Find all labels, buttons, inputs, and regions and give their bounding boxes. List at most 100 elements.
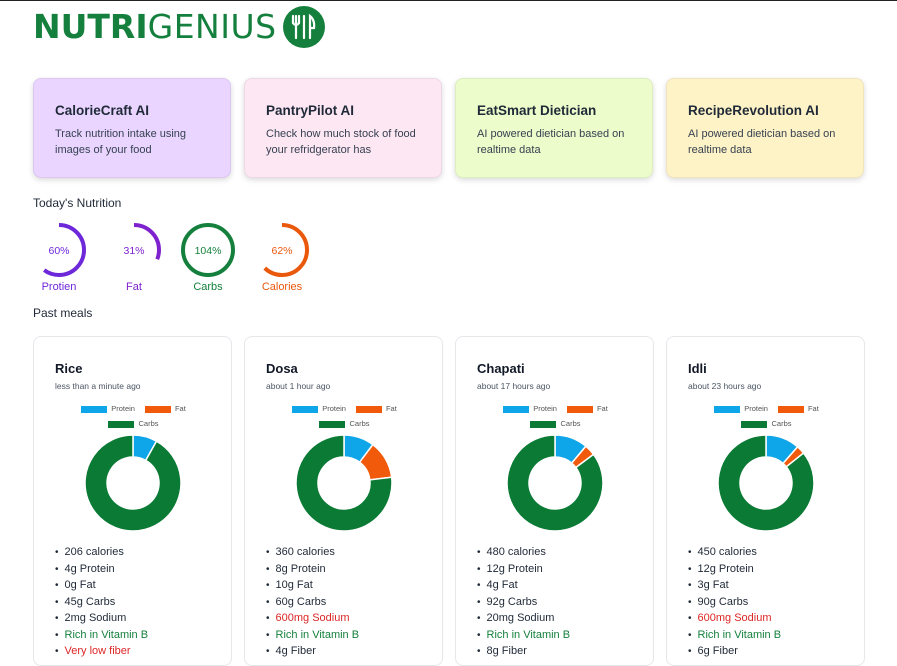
meal-card[interactable]: Idli about 23 hours ago Protein Fat Carbs 450… [666, 336, 865, 666]
app-title: EatSmart Dietician [477, 103, 597, 118]
legend-label: Protein [533, 404, 557, 413]
legend-item[interactable]: Fat [566, 401, 608, 416]
app-cards: CalorieCraft AI Track nutrition intake u… [33, 78, 864, 179]
chart-legend: Protein Fat Carbs [55, 401, 212, 431]
legend-label: Fat [174, 404, 186, 413]
ring-protein: 60% Protien [28, 223, 90, 293]
meal-card[interactable]: Dosa about 1 hour ago Protein Fat Carbs 360 c… [244, 336, 443, 666]
nutrition-fact: 8g Fiber [477, 643, 633, 660]
app-card-eatsmart[interactable]: EatSmart Dietician AI powered dietician … [455, 78, 653, 178]
meal-name: Idli [688, 361, 707, 376]
nutrition-fact: 480 calories [477, 544, 633, 561]
legend-label: Fat [596, 404, 608, 413]
legend-item[interactable]: Carbs [741, 416, 792, 431]
ring-value: 31% [123, 245, 144, 257]
app-card-reciperevolution[interactable]: RecipeRevolution AI AI powered dietician… [666, 78, 864, 178]
legend-swatch [741, 420, 768, 428]
legend-label: Carbs [138, 419, 159, 428]
legend-label: Carbs [349, 419, 370, 428]
app-title: RecipeRevolution AI [688, 103, 819, 118]
macro-donut-chart [506, 434, 604, 532]
legend-swatch [144, 405, 171, 413]
progress-ring: 31% [107, 223, 161, 277]
nutrition-fact: 4g Protein [55, 561, 211, 578]
progress-ring: 60% [32, 223, 86, 277]
nutrition-fact: 45g Carbs [55, 594, 211, 611]
legend-label: Protein [744, 404, 768, 413]
ring-label: Fat [126, 281, 142, 293]
nutrition-fact: 600mg Sodium [688, 610, 844, 627]
brand-name-bold: NUTRI [33, 7, 148, 46]
legend-item[interactable]: Protein [503, 401, 557, 416]
legend-swatch [355, 405, 382, 413]
brand-name-light: GENIUS [147, 7, 277, 46]
legend-swatch [530, 420, 557, 428]
meal-card[interactable]: Rice less than a minute ago Protein Fat Carb… [33, 336, 232, 666]
meal-name: Chapati [477, 361, 525, 376]
progress-ring: 62% [255, 223, 309, 277]
ring-value: 104% [195, 245, 222, 257]
nutrition-fact: 20mg Sodium [477, 610, 633, 627]
legend-item[interactable]: Carbs [108, 416, 159, 431]
nutrition-fact: Rich in Vitamin B [55, 627, 211, 644]
macro-donut-chart [295, 434, 393, 532]
ring-value: 62% [271, 245, 292, 257]
meal-time: less than a minute ago [55, 381, 141, 391]
nutrition-fact: 0g Fat [55, 577, 211, 594]
legend-label: Carbs [771, 419, 792, 428]
meal-name: Rice [55, 361, 83, 376]
donut-slice-carbs[interactable] [84, 434, 182, 532]
legend-swatch [503, 405, 530, 413]
past-meals-title: Past meals [33, 306, 93, 320]
legend-item[interactable]: Protein [81, 401, 135, 416]
legend-item[interactable]: Fat [355, 401, 397, 416]
legend-swatch [292, 405, 319, 413]
nutrition-fact: 4g Fat [477, 577, 633, 594]
nutrition-fact: 92g Carbs [477, 594, 633, 611]
nutrition-fact: Very low fiber [55, 643, 211, 660]
nutrition-fact: 206 calories [55, 544, 211, 561]
nutrition-fact: 60g Carbs [266, 594, 422, 611]
chart-legend: Protein Fat Carbs [266, 401, 423, 431]
legend-item[interactable]: Carbs [530, 416, 581, 431]
legend-swatch [319, 420, 346, 428]
ring-label: Protien [41, 281, 77, 293]
legend-swatch [714, 405, 741, 413]
macro-donut-chart [717, 434, 815, 532]
meal-name: Dosa [266, 361, 298, 376]
app-description: Check how much stock of food your refrid… [266, 128, 416, 156]
legend-item[interactable]: Fat [777, 401, 819, 416]
legend-item[interactable]: Protein [714, 401, 768, 416]
nutrition-fact: 2mg Sodium [55, 610, 211, 627]
nutrition-facts-list: 360 calories8g Protein10g Fat60g Carbs60… [266, 544, 422, 660]
nutrition-fact: 3g Fat [688, 577, 844, 594]
nutrition-fact: Rich in Vitamin B [688, 627, 844, 644]
legend-swatch [566, 405, 593, 413]
app-card-pantrypilot[interactable]: PantryPilot AI Check how much stock of f… [244, 78, 442, 178]
nutrition-facts-list: 206 calories4g Protein0g Fat45g Carbs2mg… [55, 544, 211, 660]
progress-ring: 104% [181, 223, 235, 277]
meal-card[interactable]: Chapati about 17 hours ago Protein Fat Carbs… [455, 336, 654, 666]
nutrition-fact: Rich in Vitamin B [266, 627, 422, 644]
ring-calories: 62% Calories [251, 223, 313, 293]
meal-time: about 1 hour ago [266, 381, 331, 391]
chart-legend: Protein Fat Carbs [477, 401, 634, 431]
legend-item[interactable]: Fat [144, 401, 186, 416]
nutrition-fact: 360 calories [266, 544, 422, 561]
app-card-caloriecraft[interactable]: CalorieCraft AI Track nutrition intake u… [33, 78, 231, 178]
app-description: Track nutrition intake using images of y… [55, 128, 187, 156]
nutrition-fact: 450 calories [688, 544, 844, 561]
nutrition-fact: Rich in Vitamin B [477, 627, 633, 644]
nutrition-fact: 8g Protein [266, 561, 422, 578]
nutrition-fact: 10g Fat [266, 577, 422, 594]
legend-item[interactable]: Carbs [319, 416, 370, 431]
legend-label: Protein [322, 404, 346, 413]
nutrition-fact: 12g Protein [477, 561, 633, 578]
legend-item[interactable]: Protein [292, 401, 346, 416]
legend-swatch [108, 420, 135, 428]
legend-swatch [777, 405, 804, 413]
brand-logo[interactable]: NUTRI GENIUS [33, 5, 325, 49]
nutrition-fact: 600mg Sodium [266, 610, 422, 627]
app-description: AI powered dietician based on realtime d… [688, 128, 836, 156]
legend-label: Carbs [560, 419, 581, 428]
